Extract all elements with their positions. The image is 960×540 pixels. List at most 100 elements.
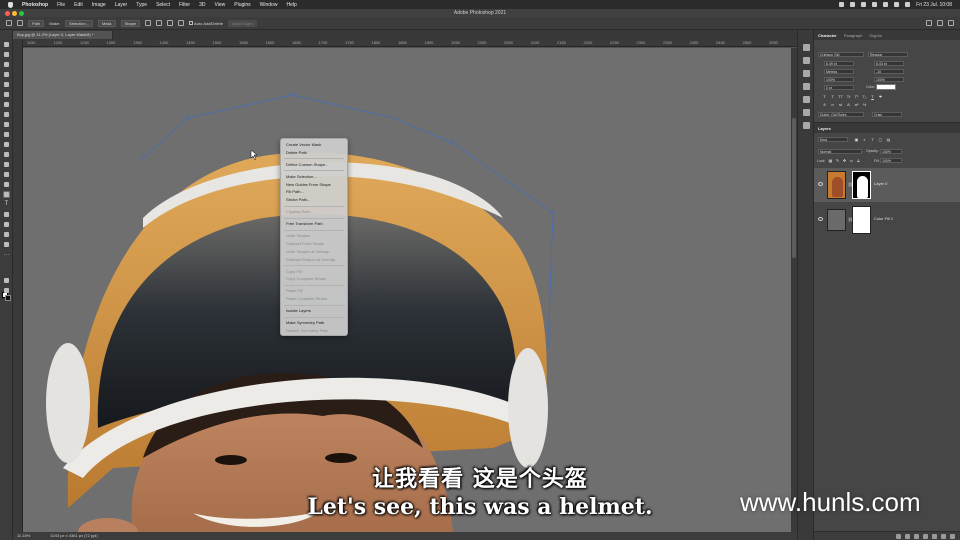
context-menu-item[interactable]: Free Transform Path — [281, 220, 347, 228]
align-edges-checkbox[interactable]: Align Edges — [228, 19, 258, 27]
menu-help[interactable]: Help — [286, 2, 296, 8]
properties-panel-icon[interactable] — [803, 57, 810, 64]
new-group-icon[interactable] — [932, 534, 937, 539]
opentype-ordinal-icon[interactable]: aᵃ — [854, 102, 859, 107]
home-icon[interactable] — [6, 20, 12, 26]
font-family-select[interactable]: Crimson Old — [818, 52, 864, 57]
blend-mode-select[interactable]: Normal — [818, 149, 862, 154]
lasso-tool-icon[interactable] — [3, 61, 10, 68]
filter-adjustment-icon[interactable]: ◐ — [862, 137, 867, 142]
record-icon[interactable] — [839, 2, 845, 7]
menu-image[interactable]: Image — [92, 2, 106, 8]
document-tab[interactable]: Boy.jpg @ 11.2% (Layer 0, Layer Mask/8) … — [13, 31, 113, 39]
faux-italic-button[interactable]: T — [830, 94, 835, 99]
context-menu-item[interactable]: Fill Path... — [281, 188, 347, 196]
history-brush-tool-icon[interactable] — [3, 141, 10, 148]
font-style-select[interactable]: Regular — [868, 52, 908, 57]
history-panel-icon[interactable] — [803, 44, 810, 51]
layer-mask-thumbnail[interactable] — [852, 206, 871, 234]
hand-tool-icon[interactable] — [3, 231, 10, 238]
brushes-panel-icon[interactable] — [803, 96, 810, 103]
clone-stamp-tool-icon[interactable] — [3, 131, 10, 138]
document-canvas[interactable] — [23, 48, 791, 532]
dropbox-icon[interactable] — [861, 2, 867, 7]
context-menu-item[interactable]: Isolate Layers — [281, 307, 347, 315]
context-menu-item[interactable]: Create Vector Mask — [281, 141, 347, 149]
fill-field[interactable]: 100% — [880, 158, 902, 163]
move-tool-icon[interactable] — [3, 41, 10, 48]
auto-add-delete-checkbox[interactable]: Auto Add/Delete — [189, 21, 223, 26]
quick-mask-icon[interactable] — [3, 277, 10, 284]
control-center-icon[interactable] — [905, 2, 911, 7]
menu-view[interactable]: View — [215, 2, 226, 8]
subscript-button[interactable]: T₁ — [862, 94, 867, 99]
filter-pixel-icon[interactable]: ▣ — [854, 137, 859, 142]
visibility-eye-icon[interactable] — [818, 217, 823, 221]
vertical-scale-field[interactable]: 100% — [824, 77, 854, 82]
tab-layers[interactable]: Layers — [818, 126, 831, 131]
marquee-tool-icon[interactable] — [3, 51, 10, 58]
opacity-field[interactable]: 100% — [880, 149, 902, 154]
opentype-fraction-icon[interactable]: ½ — [862, 102, 867, 107]
blur-tool-icon[interactable] — [3, 171, 10, 178]
path-selection-tool-icon[interactable] — [3, 211, 10, 218]
menu-edit[interactable]: Edit — [74, 2, 83, 8]
eraser-tool-icon[interactable] — [3, 151, 10, 158]
adjustment-layer-icon[interactable] — [923, 534, 928, 539]
context-menu-item[interactable]: Make Selection... — [281, 173, 347, 181]
paths-panel-icon[interactable] — [803, 109, 810, 116]
share-icon[interactable] — [948, 20, 954, 26]
link-layers-icon[interactable] — [896, 534, 901, 539]
zoom-level[interactable]: 11.18% — [17, 532, 30, 540]
kerning-field[interactable]: Metrics — [824, 69, 854, 74]
pen-tool-preset-icon[interactable] — [17, 20, 23, 26]
strikethrough-button[interactable]: T — [878, 94, 883, 99]
superscript-button[interactable]: T¹ — [854, 94, 859, 99]
menu-layer[interactable]: Layer — [115, 2, 128, 8]
filter-type-icon[interactable]: T — [870, 137, 875, 142]
layer-name[interactable]: Color Fill 1 — [874, 216, 893, 221]
make-mask-button[interactable]: Mask — [97, 19, 116, 27]
gear-icon[interactable] — [178, 20, 185, 26]
brush-tool-icon[interactable] — [3, 121, 10, 128]
tab-character[interactable]: Character — [818, 33, 837, 38]
path-alignment-icon[interactable] — [156, 20, 163, 26]
horizontal-ruler[interactable]: 1150 1200 1250 1300 1350 1400 1450 1500 1550 1600… — [23, 40, 797, 47]
context-menu-item[interactable]: Make Symmetry Path — [281, 319, 347, 327]
faux-bold-button[interactable]: T — [822, 94, 827, 99]
lock-transparency-icon[interactable]: ▦ — [828, 158, 833, 163]
lock-all-icon[interactable]: 🔒︎ — [856, 158, 861, 163]
opentype-ligature-icon[interactable]: fi — [822, 102, 827, 107]
menu-3d[interactable]: 3D — [199, 2, 205, 8]
adjustments-panel-icon[interactable] — [803, 70, 810, 77]
rectangle-tool-icon[interactable] — [3, 221, 10, 228]
opentype-swash-icon[interactable]: σ — [830, 102, 835, 107]
baseline-shift-field[interactable]: 0 pt — [824, 85, 854, 90]
more-tools-icon[interactable]: ··· — [3, 252, 10, 259]
zoom-window-icon[interactable] — [19, 10, 24, 16]
layer-kind-filter[interactable]: Kind — [818, 137, 848, 142]
eyedropper-tool-icon[interactable] — [3, 101, 10, 108]
menu-window[interactable]: Window — [260, 2, 278, 8]
context-menu-item[interactable]: Delete Path — [281, 149, 347, 157]
tab-glyphs[interactable]: Glyphs — [869, 33, 881, 38]
gradient-tool-icon[interactable] — [3, 161, 10, 168]
type-tool-icon[interactable]: T — [3, 201, 10, 208]
antialias-select[interactable]: Crisp — [872, 112, 902, 117]
background-color-swatch[interactable] — [5, 295, 11, 301]
lock-artboard-icon[interactable]: ▭ — [849, 158, 854, 163]
tracking-field[interactable]: -10 — [874, 69, 904, 74]
object-selection-tool-icon[interactable] — [3, 71, 10, 78]
dodge-tool-icon[interactable] — [3, 181, 10, 188]
menubar-clock[interactable]: Fri 23 Jul. 10:08 — [916, 2, 952, 8]
search-icon[interactable] — [926, 20, 932, 26]
pen-tool-icon[interactable] — [3, 191, 10, 198]
font-size-field[interactable]: 6.49 pt — [824, 61, 854, 66]
crop-tool-icon[interactable] — [3, 81, 10, 88]
filter-shape-icon[interactable]: ▢ — [878, 137, 883, 142]
path-arrangement-icon[interactable] — [167, 20, 174, 26]
menu-type[interactable]: Type — [136, 2, 147, 8]
channels-panel-icon[interactable] — [803, 122, 810, 129]
frame-tool-icon[interactable] — [3, 91, 10, 98]
zoom-tool-icon[interactable] — [3, 241, 10, 248]
